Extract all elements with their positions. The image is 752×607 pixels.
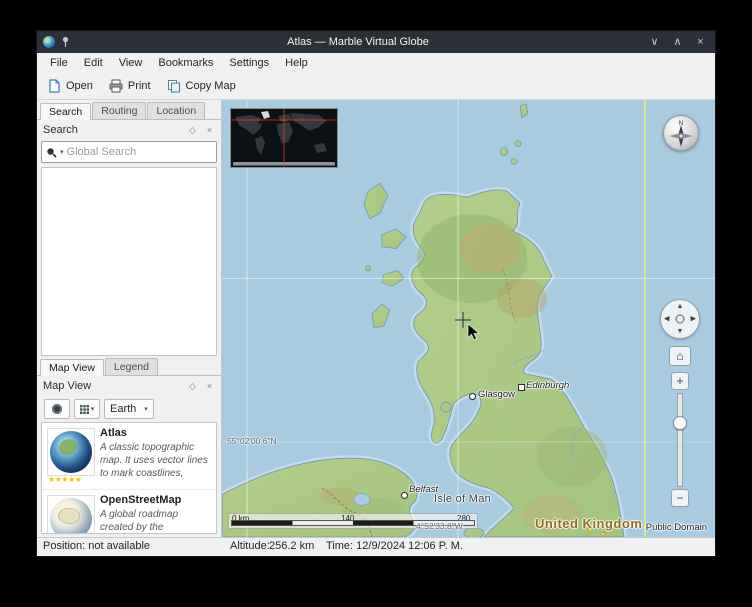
marble-app-icon	[43, 36, 55, 48]
copy-map-label: Copy Map	[186, 80, 236, 92]
theme-name: Atlas	[100, 427, 212, 439]
pan-down-icon[interactable]: ▼	[677, 328, 684, 335]
menu-file[interactable]: File	[42, 55, 76, 71]
mapview-panel-header: Map View ◇ ×	[37, 376, 221, 396]
longitude-gridline-label: 4°52'33.8"W	[416, 521, 463, 531]
chevron-down-icon: ▾	[144, 405, 148, 413]
menu-bookmarks[interactable]: Bookmarks	[150, 55, 221, 71]
tab-legend[interactable]: Legend	[105, 358, 158, 375]
chevron-down-icon: ▾	[91, 405, 95, 413]
theme-item-atlas[interactable]: Atlas A classic topographic map. It uses…	[42, 423, 216, 490]
glasgow-marker[interactable]	[469, 393, 476, 400]
isle-of-man-label: Isle of Man	[434, 493, 491, 505]
pan-left-icon[interactable]: ◀	[664, 316, 669, 323]
search-results-area[interactable]	[41, 167, 217, 356]
menu-edit[interactable]: Edit	[76, 55, 111, 71]
latitude-gridline-label: 55°02'00.6"N	[227, 436, 277, 446]
close-panel-icon[interactable]: ×	[204, 381, 215, 391]
zoom-out-button[interactable]: −	[671, 489, 689, 507]
print-label: Print	[128, 80, 151, 92]
projection-button[interactable]: ▾	[74, 399, 100, 419]
sidebar: Search Routing Location Search ◇ × ▾ Glo…	[37, 100, 222, 537]
minimize-button[interactable]: ∨	[646, 31, 663, 53]
close-button[interactable]: ×	[692, 31, 709, 53]
tab-map-view[interactable]: Map View	[40, 359, 104, 376]
float-panel-icon[interactable]: ◇	[187, 381, 198, 392]
titlebar[interactable]: Atlas — Marble Virtual Globe ∨ ∧ ×	[37, 31, 715, 53]
glasgow-label: Glasgow	[478, 389, 515, 400]
close-panel-icon[interactable]: ×	[204, 125, 215, 135]
float-panel-icon[interactable]: ◇	[187, 125, 198, 136]
menu-help[interactable]: Help	[277, 55, 316, 71]
search-type-dropdown-icon[interactable]: ▾	[60, 148, 64, 156]
edinburgh-label: Edinburgh	[526, 380, 569, 391]
mapview-toolbar: ▾ Earth ▾	[37, 396, 221, 422]
status-bar: Position: not available Altitude: 256.2 …	[37, 537, 715, 556]
world-map-icon	[231, 109, 337, 167]
theme-item-openstreetmap[interactable]: OpenStreetMap A global roadmap created b…	[42, 490, 216, 534]
planet-icon	[52, 404, 62, 414]
theme-thumbnail	[47, 428, 95, 476]
status-position: Position: not available	[43, 540, 150, 552]
grid-icon	[80, 405, 89, 414]
main-toolbar: Open Print Copy Map	[37, 72, 715, 100]
tab-location[interactable]: Location	[147, 102, 205, 119]
search-placeholder: Global Search	[67, 146, 137, 158]
zoom-slider-track[interactable]	[677, 393, 683, 487]
map-theme-list: Atlas A classic topographic map. It uses…	[41, 422, 217, 534]
pan-control[interactable]: ▲ ▼ ◀ ▶	[660, 299, 700, 339]
copy-map-button[interactable]: Copy Map	[162, 76, 241, 96]
status-altitude-value: 256.2 km	[269, 540, 314, 552]
sidebar-top-tabs: Search Routing Location	[37, 100, 221, 120]
copy-icon	[167, 79, 181, 93]
tab-routing[interactable]: Routing	[92, 102, 146, 119]
celestial-body-button[interactable]	[44, 399, 70, 419]
theme-thumbnail	[47, 495, 95, 534]
zoom-slider-handle[interactable]	[673, 416, 687, 430]
open-document-icon	[48, 79, 61, 93]
mapview-panel-title: Map View	[43, 380, 91, 392]
search-panel-header: Search ◇ ×	[37, 120, 221, 140]
pin-icon[interactable]	[61, 36, 70, 48]
zoom-in-button[interactable]: +	[671, 372, 689, 390]
menubar: File Edit View Bookmarks Settings Help	[37, 53, 715, 72]
menu-view[interactable]: View	[111, 55, 151, 71]
rating-stars[interactable]: ★★★★★	[48, 475, 81, 484]
minus-icon: −	[676, 492, 683, 504]
celestial-body-value: Earth	[110, 403, 136, 415]
pan-up-icon[interactable]: ▲	[677, 303, 684, 310]
main-content: Search Routing Location Search ◇ × ▾ Glo…	[37, 100, 715, 537]
search-panel-title: Search	[43, 124, 78, 136]
print-button[interactable]: Print	[104, 76, 156, 96]
compass-rose[interactable]: N	[663, 115, 699, 151]
status-time: Time: 12/9/2024 12:06 P. M.	[326, 540, 463, 552]
license-label[interactable]: Public Domain	[646, 522, 707, 533]
open-label: Open	[66, 80, 93, 92]
map-canvas[interactable]: N ▲ ▼ ◀ ▶ ⌂ + − 0 km 140	[222, 100, 715, 537]
belfast-marker[interactable]	[401, 492, 408, 499]
pan-right-icon[interactable]: ▶	[691, 316, 696, 323]
global-search-icon	[46, 147, 57, 158]
theme-description: A global roadmap created by the OpenStre…	[100, 508, 212, 534]
theme-description: A classic topographic map. It uses vecto…	[100, 441, 212, 481]
app-window: Atlas — Marble Virtual Globe ∨ ∧ × File …	[36, 30, 716, 557]
united-kingdom-label: United Kingdom	[535, 516, 642, 531]
celestial-body-select[interactable]: Earth ▾	[104, 399, 154, 419]
overview-map[interactable]	[230, 108, 338, 168]
printer-icon	[109, 79, 123, 93]
status-altitude-label: Altitude:	[230, 540, 270, 552]
plus-icon: +	[676, 375, 683, 387]
home-icon: ⌂	[676, 350, 683, 362]
theme-name: OpenStreetMap	[100, 494, 212, 506]
open-button[interactable]: Open	[43, 76, 98, 96]
tab-search[interactable]: Search	[40, 103, 91, 120]
home-button[interactable]: ⌂	[669, 346, 691, 366]
pan-center-dot[interactable]	[676, 315, 685, 324]
edinburgh-marker[interactable]	[518, 384, 525, 391]
maximize-button[interactable]: ∧	[669, 31, 686, 53]
window-title: Atlas — Marble Virtual Globe	[76, 36, 640, 48]
menu-settings[interactable]: Settings	[221, 55, 277, 71]
global-search-input[interactable]: ▾ Global Search	[41, 141, 217, 163]
sidebar-bottom-tabs: Map View Legend	[37, 356, 221, 376]
